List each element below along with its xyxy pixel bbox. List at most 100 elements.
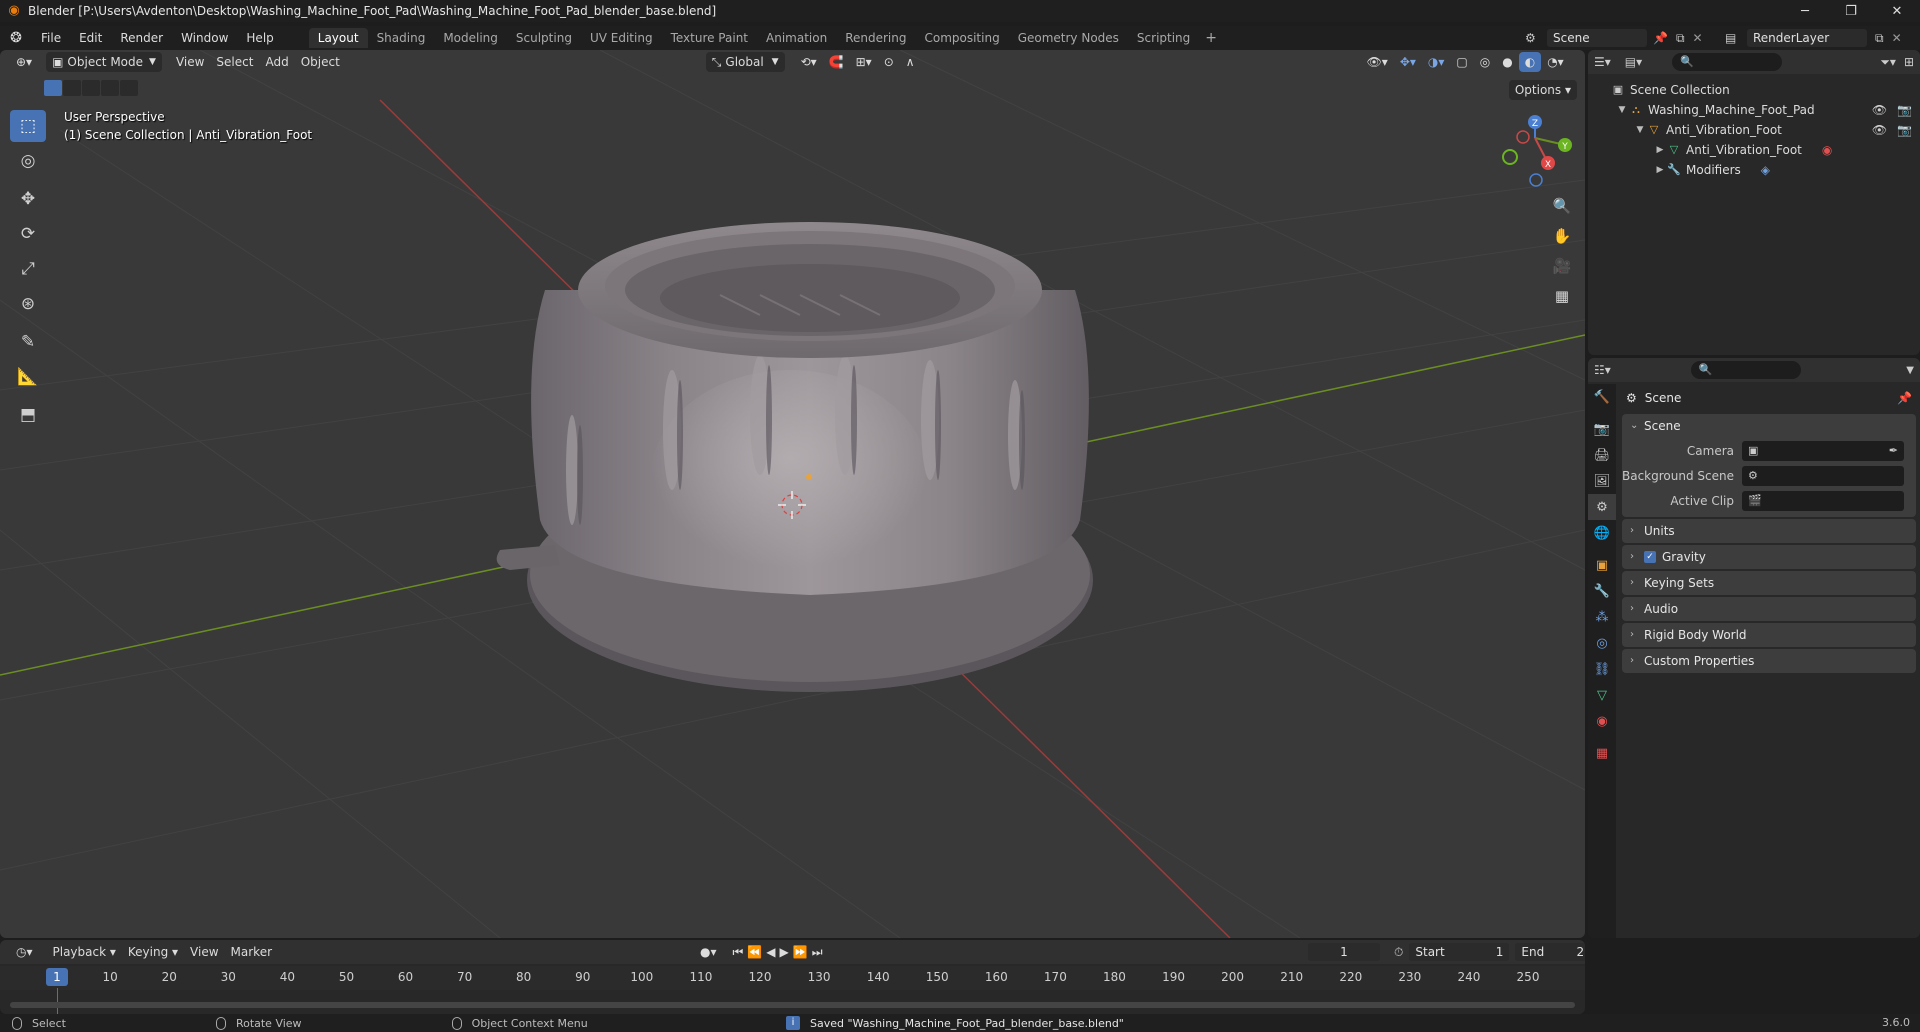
properties-editor-icon[interactable]: ☷▾	[1594, 363, 1611, 377]
select-subtract-icon[interactable]	[82, 80, 100, 96]
view-layer-tab-icon[interactable]: 🖼	[1588, 468, 1616, 494]
tab-texture-paint[interactable]: Texture Paint	[662, 28, 757, 48]
jump-keyframe-forward-icon[interactable]: ⏩	[793, 945, 808, 959]
expand-triangle-icon[interactable]: ▼	[1616, 100, 1628, 120]
select-extend-icon[interactable]	[63, 80, 81, 96]
viewport-menu-select[interactable]: Select	[210, 52, 259, 72]
expand-triangle-icon[interactable]: ▶	[1654, 140, 1666, 160]
pan-hand-icon[interactable]: ✋	[1548, 222, 1576, 250]
pivot-point-icon[interactable]: ⟲▾	[795, 52, 823, 72]
texture-tab-icon[interactable]: ▦	[1588, 740, 1616, 766]
jump-end-icon[interactable]: ⏭	[812, 945, 823, 960]
units-panel-header[interactable]: › Units	[1622, 519, 1916, 543]
pin-icon[interactable]: 📌	[1897, 391, 1912, 405]
units-panel[interactable]: › Units	[1622, 519, 1916, 543]
particles-tab-icon[interactable]: ⁂	[1588, 604, 1616, 630]
object-tab-icon[interactable]: ▣	[1588, 552, 1616, 578]
tab-modeling[interactable]: Modeling	[434, 28, 507, 48]
outliner-row-modifiers[interactable]: ▶ 🔧 Modifiers ◈	[1588, 160, 1920, 180]
outliner-row-washing-machine-foot-pad[interactable]: ▼ ⛬ Washing_Machine_Foot_Pad 👁 📷	[1588, 100, 1920, 120]
output-tab-icon[interactable]: 🖨	[1588, 442, 1616, 468]
rigid-body-world-panel[interactable]: › Rigid Body World	[1622, 623, 1916, 647]
custom-properties-panel[interactable]: › Custom Properties	[1622, 649, 1916, 673]
delete-view-layer-icon[interactable]: ✕	[1892, 31, 1902, 45]
expand-triangle-icon[interactable]: ▶	[1654, 160, 1666, 180]
view-layer-field[interactable]: RenderLayer	[1747, 29, 1867, 47]
gravity-checkbox[interactable]: ✓	[1644, 551, 1656, 563]
world-tab-icon[interactable]: 🌐	[1588, 520, 1616, 546]
scene-name-field[interactable]: Scene	[1547, 29, 1647, 47]
eyedropper-icon[interactable]: ✒	[1889, 444, 1898, 457]
outliner-search-input[interactable]: 🔍	[1672, 53, 1783, 71]
view-layer-icon[interactable]: ▤	[1725, 31, 1747, 45]
menu-window[interactable]: Window	[172, 26, 237, 50]
new-collection-icon[interactable]: ⊞	[1904, 55, 1914, 69]
object-mode-dropdown[interactable]: ▣ Object Mode ▼	[46, 52, 162, 72]
options-dropdown[interactable]: Options ▾	[1508, 80, 1577, 100]
timeline-menu-marker[interactable]: Marker	[225, 942, 278, 962]
snap-icon[interactable]: 🧲	[823, 52, 850, 72]
tab-animation[interactable]: Animation	[757, 28, 836, 48]
record-icon[interactable]: ●▾	[700, 945, 717, 959]
outliner-editor-icon[interactable]: ☰▾	[1594, 55, 1611, 69]
select-intersect-icon[interactable]	[120, 80, 138, 96]
tab-scripting[interactable]: Scripting	[1128, 28, 1199, 48]
material-tab-icon[interactable]: ◉	[1588, 708, 1616, 734]
timeline-editor-icon[interactable]: ◷▾	[10, 942, 39, 962]
minimize-button[interactable]: ─	[1782, 0, 1828, 22]
active-clip-field[interactable]: 🎬	[1742, 490, 1904, 511]
snap-target-icon[interactable]: ⊞▾	[850, 52, 878, 72]
tab-shading[interactable]: Shading	[368, 28, 435, 48]
eye-icon[interactable]: 👁	[1872, 120, 1887, 140]
rendered-shading-icon[interactable]: ◔▾	[1541, 52, 1570, 72]
keying-sets-panel[interactable]: › Keying Sets	[1622, 571, 1916, 595]
constraints-tab-icon[interactable]: ⛓	[1588, 656, 1616, 682]
data-tab-icon[interactable]: ▽	[1588, 682, 1616, 708]
tool-tab-icon[interactable]: 🔨	[1588, 384, 1616, 410]
current-frame-indicator[interactable]: 1	[46, 968, 68, 986]
tab-compositing[interactable]: Compositing	[915, 28, 1008, 48]
material-icon[interactable]: ◉	[1822, 140, 1832, 160]
transform-orientation-dropdown[interactable]: ⤡ Global ▼	[705, 52, 785, 72]
gravity-panel-header[interactable]: › ✓ Gravity	[1622, 545, 1916, 569]
scale-tool-icon[interactable]: ⤢	[10, 253, 46, 285]
editor-type-icon[interactable]: ⊕▾	[10, 52, 38, 72]
add-cube-tool-icon[interactable]: ⬒	[10, 399, 46, 431]
menu-help[interactable]: Help	[237, 26, 282, 50]
modifier-tab-icon[interactable]: 🔧	[1588, 578, 1616, 604]
pin-icon[interactable]: 📌	[1653, 31, 1668, 45]
solid-shading-icon[interactable]: ●	[1496, 52, 1518, 72]
chevron-down-icon[interactable]: ▼	[1906, 365, 1914, 376]
tab-geometry-nodes[interactable]: Geometry Nodes	[1009, 28, 1128, 48]
menu-edit[interactable]: Edit	[70, 26, 111, 50]
play-icon[interactable]: ▶	[780, 945, 789, 959]
stopwatch-icon[interactable]: ⏱	[1394, 945, 1403, 960]
viewport-menu-object[interactable]: Object	[295, 52, 346, 72]
camera-icon[interactable]: 📷	[1897, 120, 1912, 140]
xray-toggle-icon[interactable]: ▢	[1450, 52, 1473, 72]
select-invert-icon[interactable]	[101, 80, 119, 96]
viewport-menu-view[interactable]: View	[170, 52, 210, 72]
3d-viewport[interactable]: Z Y X ⊕▾ ▣ Object Mode ▼ View Select Add…	[0, 50, 1585, 938]
play-reverse-icon[interactable]: ◀	[766, 945, 775, 959]
timeline-menu-keying[interactable]: Keying ▾	[122, 942, 184, 962]
restore-button[interactable]: ❐	[1828, 0, 1874, 22]
filter-icon[interactable]: ⏷▾	[1880, 55, 1896, 70]
select-box-tool-icon[interactable]: ⬚	[10, 110, 46, 142]
modifier-icon[interactable]: ◈	[1761, 160, 1770, 180]
outliner-row-mesh-data[interactable]: ▶ ▽ Anti_Vibration_Foot ◉	[1588, 140, 1920, 160]
jump-start-icon[interactable]: ⏮	[733, 945, 744, 960]
camera-field[interactable]: ▣ ✒	[1742, 440, 1904, 461]
overlay-toggle-icon[interactable]: ◑▾	[1422, 52, 1451, 72]
render-tab-icon[interactable]: 📷	[1588, 416, 1616, 442]
rigid-body-world-panel-header[interactable]: › Rigid Body World	[1622, 623, 1916, 647]
add-workspace-icon[interactable]: +	[1199, 30, 1223, 46]
close-button[interactable]: ✕	[1874, 0, 1920, 22]
timeline-ruler[interactable]: 1 10 20 30 40 50 60 70 80 90 100 110 120 130 140 150 16…	[0, 966, 1585, 990]
timeline-menu-playback[interactable]: Playback ▾	[47, 942, 122, 962]
end-frame-field[interactable]: End 250	[1515, 943, 1585, 961]
jump-keyframe-back-icon[interactable]: ⏪	[747, 945, 762, 959]
eye-icon[interactable]: 👁	[1872, 100, 1887, 120]
measure-tool-icon[interactable]: 📐	[10, 361, 46, 393]
physics-tab-icon[interactable]: ◎	[1588, 630, 1616, 656]
